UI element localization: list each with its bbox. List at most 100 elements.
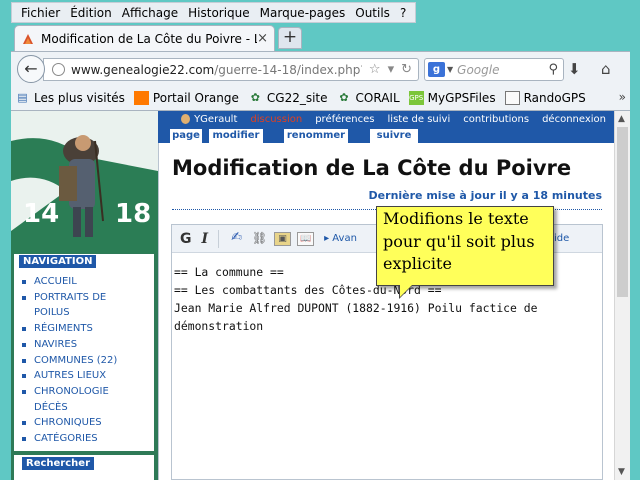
reference-icon[interactable]: 📖 <box>297 231 315 246</box>
wikitext-line: démonstration <box>174 319 264 333</box>
user-icon <box>181 114 191 124</box>
corail-logo-icon: ✿ <box>339 91 349 104</box>
reload-icon[interactable]: ↻ <box>401 62 412 77</box>
menu-help[interactable]: ? <box>395 6 411 20</box>
nav-item-communes[interactable]: COMMUNES (22) <box>20 353 117 369</box>
callout-tail-fill <box>400 285 412 297</box>
search-box[interactable]: g ▼ Google ⚲ <box>424 58 564 81</box>
image-icon[interactable]: ▣ <box>274 231 292 246</box>
user-link[interactable]: YGerault <box>181 114 237 125</box>
nav-item-regiments[interactable]: RÉGIMENTS <box>20 321 117 337</box>
page-tabs: page modifier renommer suivre <box>158 127 614 143</box>
nav-item-chronologie[interactable]: CHRONOLOGIE <box>20 384 117 400</box>
tab-close-icon[interactable]: × <box>257 31 268 46</box>
back-arrow-icon: ← <box>24 59 38 78</box>
bookmark-mygpsfiles[interactable]: GPS MyGPSFiles <box>408 91 496 105</box>
link-watchlist[interactable]: liste de suivi <box>388 114 451 125</box>
site-logo[interactable]: 14 18 <box>11 111 158 253</box>
menu-fichier[interactable]: Fichier <box>16 6 65 20</box>
page-viewport: 14 18 NAVIGATION ACCUEIL PORTRAITS DE PO… <box>11 111 630 480</box>
main-content: Modification de La Côte du Poivre Derniè… <box>158 143 614 480</box>
menu-affichage[interactable]: Affichage <box>117 6 183 20</box>
tab-title: Modification de La Côte du Poivre - Les … <box>41 31 257 46</box>
most-visited-icon: ▤ <box>17 91 28 104</box>
search-panel-header: Rechercher <box>22 457 95 470</box>
link-contributions[interactable]: contributions <box>463 114 529 125</box>
url-text[interactable]: www.genealogie22.com/guerre-14-18/index.… <box>71 63 362 77</box>
back-button[interactable]: ← <box>17 55 45 83</box>
menu-historique[interactable]: Historique <box>183 6 255 20</box>
dropdown-arrow-icon[interactable]: ▾ <box>388 62 395 77</box>
navigation-box: NAVIGATION ACCUEIL PORTRAITS DE POILUS R… <box>14 254 154 451</box>
last-updated[interactable]: Dernière mise à jour il y a 18 minutes <box>369 189 602 202</box>
bold-button[interactable]: G <box>180 231 192 247</box>
nav-item-accueil[interactable]: ACCUEIL <box>20 274 117 290</box>
orange-logo-icon <box>133 91 149 105</box>
window-edge <box>630 0 640 480</box>
nav-item-portraits[interactable]: PORTRAITS DE <box>20 290 117 306</box>
menu-outils[interactable]: Outils <box>350 6 395 20</box>
download-icon[interactable]: ⬇ <box>568 60 581 78</box>
bookmarks-bar: ▤ Les plus visités Portail Orange ✿ CG22… <box>11 86 630 111</box>
wikitext-line: Jean Marie Alfred DUPONT (1882-1916) Poi… <box>174 301 538 315</box>
mygps-logo-icon: GPS <box>408 91 424 105</box>
link-preferences[interactable]: préférences <box>315 114 374 125</box>
bookmark-portail-orange[interactable]: Portail Orange <box>133 91 239 105</box>
scrollbar-thumb[interactable] <box>617 127 628 297</box>
bookmark-star-icon[interactable]: ☆ <box>369 62 381 77</box>
logo-year-18: 18 <box>115 199 152 229</box>
link-discussion[interactable]: discussion <box>250 114 302 125</box>
tab-strip: Modification de La Côte du Poivre - Les … <box>11 24 630 51</box>
globe-icon <box>52 63 65 76</box>
menu-bar: Fichier Édition Affichage Historique Mar… <box>11 2 417 23</box>
navigation-bar: www.genealogie22.com/guerre-14-18/index.… <box>11 51 630 86</box>
italic-button[interactable]: I <box>202 231 209 247</box>
annotation-callout: Modifions le texte pour qu'il soit plus … <box>376 206 554 299</box>
menu-edition[interactable]: Édition <box>65 6 117 20</box>
bookmarks-more-icon[interactable]: » <box>619 90 626 104</box>
page-scrollbar[interactable]: ▲ ▼ <box>614 111 630 480</box>
toolbar-separator <box>218 229 220 248</box>
site-favicon-icon <box>23 33 33 44</box>
nav-item-navires[interactable]: NAVIRES <box>20 337 117 353</box>
wikitext-editor[interactable]: == La commune == == Les combattants des C… <box>172 254 602 479</box>
tab-modifier[interactable]: modifier <box>209 129 263 143</box>
google-icon[interactable]: g <box>428 62 445 77</box>
scroll-down-icon[interactable]: ▼ <box>618 467 625 477</box>
callout-line: pour qu'il soit plus <box>383 231 535 251</box>
link-icon[interactable]: ⛓ <box>251 232 268 246</box>
advanced-toggle[interactable]: ▸ Avan <box>324 233 357 244</box>
url-bar[interactable]: www.genealogie22.com/guerre-14-18/index.… <box>43 58 419 81</box>
cg22-logo-icon: ✿ <box>250 91 260 104</box>
signature-icon[interactable]: ✍ <box>228 231 245 246</box>
menu-marque-pages[interactable]: Marque-pages <box>255 6 351 20</box>
bookmark-most-visited[interactable]: ▤ Les plus visités <box>15 91 125 105</box>
link-logout[interactable]: déconnexion <box>542 114 606 125</box>
nav-item-categories[interactable]: CATÉGORIES <box>20 431 117 447</box>
home-icon[interactable]: ⌂ <box>601 60 611 78</box>
search-engine-dropdown-icon[interactable]: ▼ <box>447 65 453 74</box>
nav-item-deces[interactable]: DÉCÈS <box>20 400 117 416</box>
callout-line: explicite <box>383 254 452 273</box>
nav-item-portraits-cont[interactable]: POILUS <box>20 305 117 321</box>
soldier-illustration <box>11 111 158 237</box>
scroll-up-icon[interactable]: ▲ <box>618 114 625 124</box>
nav-item-autres-lieux[interactable]: AUTRES LIEUX <box>20 368 117 384</box>
search-icon[interactable]: ⚲ <box>548 62 558 77</box>
tab-suivre[interactable]: suivre <box>370 129 418 143</box>
search-input[interactable]: Google <box>457 63 548 77</box>
tab-renommer[interactable]: renommer <box>284 129 348 143</box>
tab-page[interactable]: page <box>170 129 202 143</box>
url-path: /guerre-14-18/index.php?title <box>214 62 362 77</box>
site-sidebar: 14 18 NAVIGATION ACCUEIL PORTRAITS DE PO… <box>11 111 158 480</box>
navigation-header: NAVIGATION <box>19 255 97 268</box>
callout-line: Modifions le texte <box>383 209 529 228</box>
help-toggle[interactable]: ide <box>554 233 569 244</box>
browser-tab[interactable]: Modification de La Côte du Poivre - Les … <box>14 25 275 51</box>
new-tab-button[interactable]: + <box>278 27 302 49</box>
nav-item-chroniques[interactable]: CHRONIQUES <box>20 415 117 431</box>
bookmark-cg22[interactable]: ✿ CG22_site <box>248 91 328 105</box>
bookmark-corail[interactable]: ✿ CORAIL <box>337 91 399 105</box>
bookmark-randogps[interactable]: RandoGPS <box>504 91 586 105</box>
url-host: www.genealogie22.com <box>71 62 215 77</box>
